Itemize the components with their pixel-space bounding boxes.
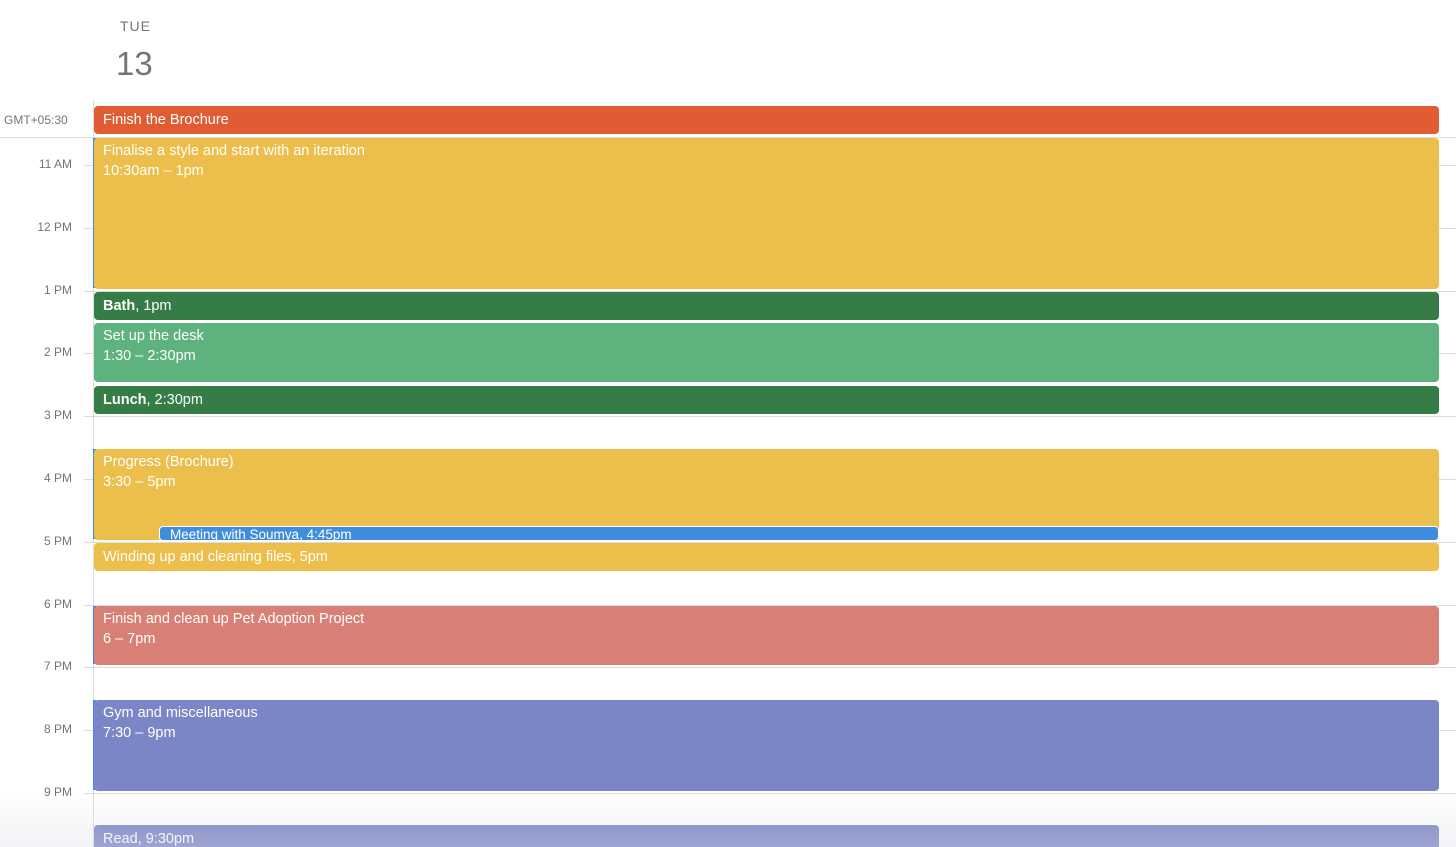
hour-label: 1 PM	[43, 283, 72, 297]
event-time: 10:30am – 1pm	[103, 163, 204, 179]
event-time: , 4:45pm	[299, 527, 352, 541]
event-time: , 9:30pm	[137, 831, 195, 847]
event-title: Finish and clean up Pet Adoption Project	[103, 611, 365, 627]
event-time: , 1pm	[135, 298, 172, 314]
event-title: Read	[103, 831, 138, 847]
event-block[interactable]: Bath, 1pm	[94, 292, 1439, 320]
hour-label: 8 PM	[43, 722, 72, 736]
event-time: 6 – 7pm	[103, 631, 156, 647]
event-block[interactable]: Gym and miscellaneous 7:30 – 9pm	[94, 700, 1439, 791]
event-title: Bath	[103, 298, 136, 314]
event-title: Meeting with Soumya	[170, 527, 300, 541]
event-time: , 2:30pm	[146, 392, 203, 408]
hour-gridline	[84, 667, 1456, 668]
day-header[interactable]: TUE 13	[95, 0, 175, 100]
hour-label: 12 PM	[37, 220, 72, 234]
event-title: Progress (Brochure)	[103, 454, 234, 470]
event-block[interactable]: Read, 9:30pm	[94, 825, 1439, 847]
hour-label: 3 PM	[43, 408, 72, 422]
timezone-label: GMT+05:30	[4, 113, 68, 127]
hour-label: 9 PM	[43, 785, 72, 799]
event-time: 7:30 – 9pm	[103, 725, 176, 741]
hour-gridline	[84, 793, 1456, 794]
hour-label: 5 PM	[43, 534, 72, 548]
event-time: 1:30 – 2:30pm	[103, 348, 196, 364]
event-title: Finish the Brochure	[103, 112, 229, 128]
hour-label: 2 PM	[43, 345, 72, 359]
event-title: Finalise a style and start with an itera…	[103, 143, 365, 159]
event-time: , 5pm	[291, 549, 328, 565]
all-day-event[interactable]: Finish the Brochure	[94, 106, 1439, 134]
hour-gridline	[84, 416, 1456, 417]
day-name: TUE	[120, 18, 151, 34]
event-block[interactable]: Lunch, 2:30pm	[94, 386, 1439, 414]
day-number[interactable]: 13	[116, 45, 153, 83]
event-title: Lunch	[103, 392, 147, 408]
hour-label: 4 PM	[43, 471, 72, 485]
event-time: 3:30 – 5pm	[103, 474, 176, 490]
hour-label: 11 AM	[38, 157, 72, 171]
event-block-overlap[interactable]: Meeting with Soumya, 4:45pm	[159, 526, 1439, 541]
hour-label: 7 PM	[43, 659, 72, 673]
event-title: Winding up and cleaning files	[103, 549, 292, 565]
event-block[interactable]: Finish and clean up Pet Adoption Project…	[94, 606, 1439, 665]
event-block[interactable]: Finalise a style and start with an itera…	[94, 138, 1439, 289]
event-title: Set up the desk	[103, 328, 204, 344]
hour-label: 6 PM	[43, 597, 72, 611]
event-block[interactable]: Set up the desk 1:30 – 2:30pm	[94, 323, 1439, 382]
event-title: Gym and miscellaneous	[103, 705, 258, 721]
event-block[interactable]: Winding up and cleaning files, 5pm	[94, 543, 1439, 571]
calendar-day-view: TUE 13 GMT+05:30 11 AM 12 PM 1 PM 2 PM 3…	[0, 0, 1456, 847]
